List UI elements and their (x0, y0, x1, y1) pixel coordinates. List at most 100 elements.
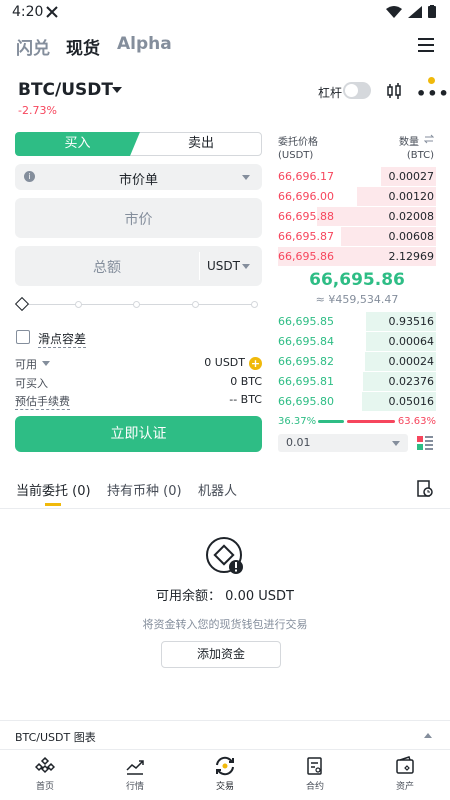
transfer-hint: 将资金转入您的现货钱包进行交易 (142, 618, 308, 631)
chart-bar-label: BTC/USDT 图表 (15, 731, 96, 744)
status-icons (386, 5, 436, 18)
candlestick-icon[interactable] (385, 82, 403, 100)
slider-step-75[interactable] (192, 301, 199, 308)
tab-alpha[interactable]: Alpha (117, 34, 172, 54)
chart-bar[interactable]: BTC/USDT 图表 (0, 720, 450, 750)
slippage-label[interactable]: 滑点容差 (38, 330, 87, 348)
bid-row[interactable]: 66,695.80 0.05016 (278, 392, 436, 412)
ask-row[interactable]: 66,695.87 0.00608 (278, 227, 436, 247)
nav-trade[interactable]: 交易 (195, 756, 255, 792)
slider-track[interactable] (27, 304, 258, 305)
verify-button[interactable]: 立即认证 (15, 416, 262, 452)
tab-spot[interactable]: 现货 (66, 34, 100, 59)
qty-unit: (BTC) (406, 150, 434, 161)
total-input[interactable]: 总额 USDT (15, 246, 262, 286)
caret-down-icon (392, 441, 400, 446)
fee-row: 预估手续费 -- BTC (15, 393, 262, 410)
price-placeholder: 市价 (124, 212, 153, 228)
bid-price: 66,695.82 (278, 355, 334, 368)
slider-handle[interactable] (14, 296, 30, 312)
price-change: -2.73% (18, 104, 57, 117)
bid-row[interactable]: 66,695.82 0.00024 (278, 352, 436, 372)
tab-open-orders[interactable]: 当前委托 (0) (16, 480, 91, 499)
nav-markets[interactable]: 行情 (105, 756, 165, 792)
slider-step-50[interactable] (133, 301, 140, 308)
bid-row[interactable]: 66,695.84 0.00064 (278, 332, 436, 352)
nav-futures[interactable]: 合约 (285, 756, 345, 792)
bid-price: 66,695.80 (278, 395, 334, 408)
pair-selector[interactable]: BTC/USDT (18, 80, 113, 100)
tab-convert[interactable]: 闪兑 (16, 34, 50, 59)
leverage-toggle[interactable] (343, 82, 371, 99)
mid-price[interactable]: 66,695.86 (278, 270, 436, 290)
total-unit-select[interactable]: USDT (207, 259, 240, 273)
nav-markets-label: 行情 (125, 782, 144, 792)
sell-ratio: 63.63% (397, 416, 436, 427)
wallet-icon (396, 756, 414, 774)
caret-down-icon[interactable] (42, 361, 50, 366)
notification-dot (428, 77, 435, 84)
nav-assets-label: 资产 (395, 782, 414, 792)
ask-qty: 0.00120 (388, 190, 435, 203)
wifi-icon (386, 5, 402, 18)
bottom-nav: 首页 行情 交易 合约 资产 (0, 752, 450, 800)
ask-price: 66,695.88 (278, 210, 334, 223)
active-tab-indicator (45, 503, 61, 506)
tab-holdings[interactable]: 持有币种 (0) (107, 480, 182, 499)
trade-swap-icon (216, 756, 234, 776)
ask-row[interactable]: 66,696.00 0.00120 (278, 187, 436, 207)
menu-icon[interactable] (418, 38, 434, 52)
ask-price: 66,695.87 (278, 230, 334, 243)
ask-row[interactable]: 66,695.86 2.12969 (278, 247, 436, 267)
nav-home-label: 首页 (35, 782, 54, 792)
signal-icon (408, 5, 422, 18)
caret-down-icon[interactable] (112, 87, 122, 93)
fee-label[interactable]: 预估手续费 (15, 393, 70, 410)
bid-row[interactable]: 66,695.81 0.02376 (278, 372, 436, 392)
ask-qty: 0.00608 (388, 230, 435, 243)
precision-select[interactable]: 0.01 (278, 434, 408, 452)
slippage-checkbox[interactable] (16, 330, 30, 344)
add-funds-icon[interactable]: + (249, 357, 262, 370)
buy-tab[interactable]: 买入 (15, 132, 140, 156)
status-time: 4:20 (12, 4, 44, 20)
amount-slider[interactable] (14, 296, 260, 312)
price-input[interactable]: 市价 (15, 198, 262, 238)
buy-ratio-bar (318, 420, 344, 423)
caret-up-icon[interactable] (424, 733, 432, 738)
nav-home[interactable]: 首页 (15, 756, 75, 792)
home-logo-icon (35, 756, 55, 774)
slider-step-25[interactable] (75, 301, 82, 308)
battery-icon (428, 5, 436, 18)
futures-doc-icon (307, 757, 322, 775)
order-type-select[interactable]: i 市价单 (15, 164, 262, 190)
available-balance: 可用余额： 0.00 USDT (156, 589, 294, 604)
bid-qty: 0.02376 (388, 375, 435, 388)
ask-row[interactable]: 66,696.17 0.00027 (278, 167, 436, 187)
bid-qty: 0.00064 (388, 335, 435, 348)
sell-ratio-bar (347, 420, 395, 423)
tab-bots[interactable]: 机器人 (198, 480, 237, 499)
price-header: 委托价格 (278, 137, 318, 148)
bid-qty: 0.93516 (388, 315, 435, 328)
can-buy-row: 可买入 0 BTC (15, 375, 262, 391)
swap-icon[interactable] (424, 134, 434, 144)
ask-qty: 0.02008 (388, 210, 435, 223)
ask-price: 66,696.17 (278, 170, 334, 183)
slider-step-100[interactable] (251, 301, 258, 308)
nav-assets[interactable]: 资产 (375, 756, 435, 792)
bid-row[interactable]: 66,695.85 0.93516 (278, 312, 436, 332)
markets-chart-icon (126, 760, 144, 775)
ask-qty: 2.12969 (388, 250, 435, 263)
add-funds-button[interactable]: 添加资金 (161, 641, 281, 668)
caret-down-icon[interactable] (242, 264, 250, 269)
available-row: 可用 0 USDT + (15, 356, 262, 372)
qty-header[interactable]: 数量 (399, 133, 419, 148)
ask-row[interactable]: 66,695.88 0.02008 (278, 207, 436, 227)
more-icon[interactable]: ••• (416, 84, 450, 103)
order-history-icon[interactable] (417, 480, 433, 498)
sell-tab[interactable]: 卖出 (128, 132, 262, 156)
divider (0, 508, 450, 509)
depth-view-icon[interactable] (417, 435, 433, 451)
available-value: 0 USDT (204, 356, 245, 369)
